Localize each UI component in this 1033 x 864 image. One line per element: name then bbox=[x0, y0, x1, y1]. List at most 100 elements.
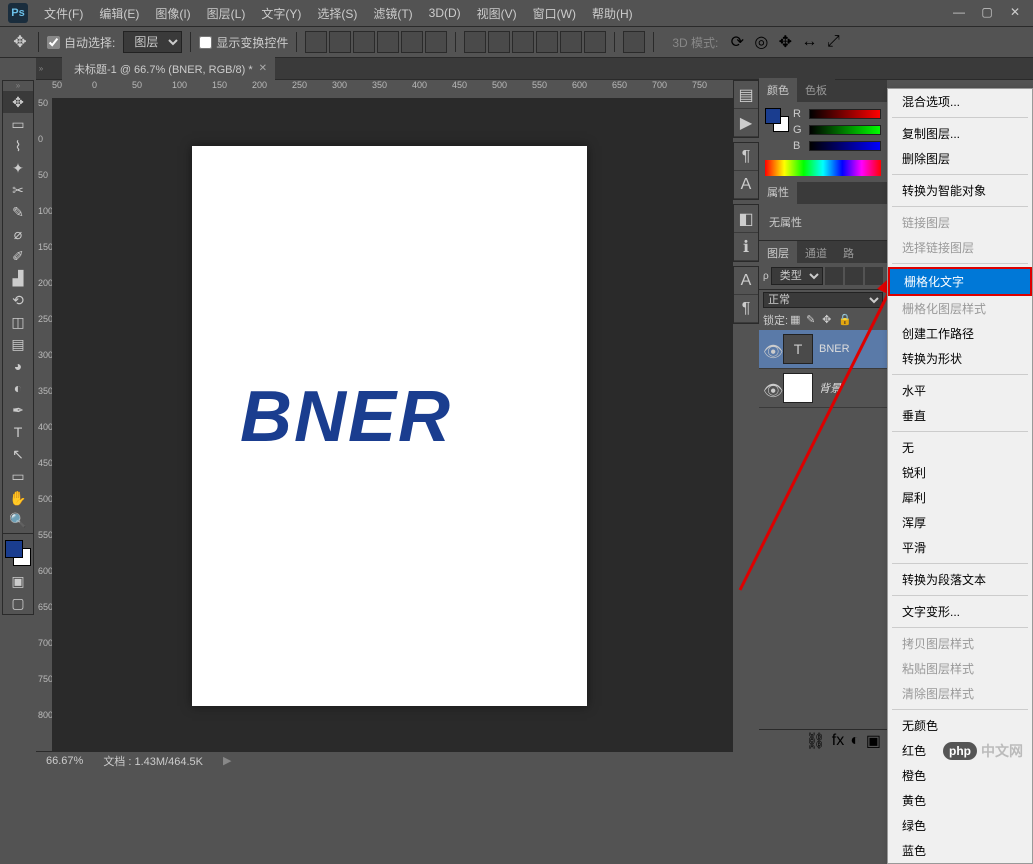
history-brush-tool[interactable]: ⟲ bbox=[3, 289, 33, 311]
lock-position-icon[interactable]: ✥ bbox=[822, 313, 836, 327]
fx-icon[interactable]: fx bbox=[832, 732, 844, 750]
pen-tool[interactable]: ✒ bbox=[3, 399, 33, 421]
context-menu-item[interactable]: 锐利 bbox=[888, 460, 1032, 485]
auto-select-dropdown[interactable]: 图层 bbox=[123, 31, 182, 53]
context-menu-item[interactable]: 转换为智能对象 bbox=[888, 178, 1032, 203]
link-layers-icon[interactable]: ⛓ bbox=[805, 731, 825, 751]
crop-tool[interactable]: ✂ bbox=[3, 179, 33, 201]
quickmask-tool[interactable]: ▣ bbox=[3, 570, 33, 592]
lock-all-icon[interactable]: 🔒 bbox=[838, 313, 852, 327]
zoom-tool[interactable]: 🔍 bbox=[3, 509, 33, 531]
context-menu-item[interactable]: 橙色 bbox=[888, 763, 1032, 788]
align-vcenter-icon[interactable] bbox=[329, 31, 351, 53]
context-menu-item[interactable]: 蓝色 bbox=[888, 838, 1032, 863]
distribute-icon[interactable] bbox=[464, 31, 486, 53]
show-transform-input[interactable] bbox=[199, 36, 212, 49]
properties-tab[interactable]: 属性 bbox=[759, 180, 797, 204]
context-menu-item[interactable]: 转换为段落文本 bbox=[888, 567, 1032, 592]
paths-tab[interactable]: 路 bbox=[835, 241, 862, 263]
color-swatch[interactable] bbox=[5, 540, 31, 566]
distribute-icon[interactable] bbox=[584, 31, 606, 53]
lock-pixels-icon[interactable]: ✎ bbox=[806, 313, 820, 327]
layer-item-background[interactable]: 👁 背景 bbox=[759, 369, 887, 408]
distribute-icon[interactable] bbox=[560, 31, 582, 53]
menu-image[interactable]: 图像(I) bbox=[147, 5, 198, 22]
context-menu-item[interactable]: 删除图层 bbox=[888, 146, 1032, 171]
auto-select-input[interactable] bbox=[47, 36, 60, 49]
context-menu-item[interactable]: 水平 bbox=[888, 378, 1032, 403]
tools-collapse-icon[interactable]: » bbox=[3, 81, 33, 91]
color-preview[interactable] bbox=[765, 108, 789, 132]
para-style-icon[interactable]: ¶ bbox=[734, 295, 758, 323]
info-panel-icon[interactable]: ℹ bbox=[734, 233, 758, 261]
layer-item-text[interactable]: 👁 T BNER bbox=[759, 330, 887, 369]
character-panel-icon[interactable]: ¶ bbox=[734, 143, 758, 171]
channels-tab[interactable]: 通道 bbox=[797, 241, 835, 263]
blur-tool[interactable]: ◕ bbox=[3, 355, 33, 377]
blend-mode-dropdown[interactable]: 正常 bbox=[763, 292, 883, 308]
gradient-tool[interactable]: ▤ bbox=[3, 333, 33, 355]
context-menu-item[interactable]: 犀利 bbox=[888, 485, 1032, 510]
context-menu-item[interactable]: 栅格化文字 bbox=[888, 267, 1032, 296]
stamp-tool[interactable]: ▟ bbox=[3, 267, 33, 289]
canvas[interactable]: BNER bbox=[192, 146, 587, 706]
context-menu-item[interactable]: 文字变形... bbox=[888, 599, 1032, 624]
brush-tool[interactable]: ✐ bbox=[3, 245, 33, 267]
menu-window[interactable]: 窗口(W) bbox=[525, 5, 584, 22]
type-tool[interactable]: T bbox=[3, 421, 33, 443]
3d-zoom-icon[interactable]: ⤢ bbox=[822, 31, 844, 53]
panel-toggle-icon[interactable]: » bbox=[36, 58, 46, 80]
visibility-icon[interactable]: 👁 bbox=[763, 381, 777, 395]
context-menu-item[interactable]: 无颜色 bbox=[888, 713, 1032, 738]
b-slider[interactable] bbox=[809, 141, 881, 151]
zoom-level[interactable]: 66.67% bbox=[46, 755, 83, 767]
filter-adjust-icon[interactable] bbox=[845, 267, 863, 285]
menu-filter[interactable]: 滤镜(T) bbox=[365, 5, 420, 22]
shape-tool[interactable]: ▭ bbox=[3, 465, 33, 487]
context-menu-item[interactable]: 垂直 bbox=[888, 403, 1032, 428]
r-slider[interactable] bbox=[809, 109, 881, 119]
minimize-button[interactable]: — bbox=[945, 2, 973, 22]
g-slider[interactable] bbox=[809, 125, 881, 135]
context-menu-item[interactable]: 浑厚 bbox=[888, 510, 1032, 535]
healing-brush-tool[interactable]: ⌀ bbox=[3, 223, 33, 245]
layer-thumb-bg[interactable] bbox=[783, 373, 813, 403]
actions-panel-icon[interactable]: ▶ bbox=[734, 109, 758, 137]
mask-icon[interactable]: ◐ bbox=[850, 732, 860, 750]
context-menu-item[interactable]: 混合选项... bbox=[888, 89, 1032, 114]
filter-kind-dropdown[interactable]: 类型 bbox=[771, 267, 823, 285]
show-transform-checkbox[interactable]: 显示变换控件 bbox=[199, 34, 288, 51]
align-hcenter-icon[interactable] bbox=[401, 31, 423, 53]
distribute-icon[interactable] bbox=[536, 31, 558, 53]
lasso-tool[interactable]: ⌇ bbox=[3, 135, 33, 157]
char-style-icon[interactable]: A bbox=[734, 267, 758, 295]
context-menu-item[interactable]: 无 bbox=[888, 435, 1032, 460]
spectrum-bar[interactable] bbox=[765, 160, 881, 176]
align-right-icon[interactable] bbox=[425, 31, 447, 53]
menu-layer[interactable]: 图层(L) bbox=[199, 5, 254, 22]
tab-close-icon[interactable]: ✕ bbox=[259, 63, 267, 74]
context-menu-item[interactable]: 黄色 bbox=[888, 788, 1032, 813]
magic-wand-tool[interactable]: ✦ bbox=[3, 157, 33, 179]
group-icon[interactable]: ▣ bbox=[866, 731, 881, 751]
distribute-icon[interactable] bbox=[488, 31, 510, 53]
menu-view[interactable]: 视图(V) bbox=[469, 5, 525, 22]
paragraph-panel-icon[interactable]: A bbox=[734, 171, 758, 199]
path-selection-tool[interactable]: ↖ bbox=[3, 443, 33, 465]
layer-thumb-text[interactable]: T bbox=[783, 334, 813, 364]
eyedropper-tool[interactable]: ✎ bbox=[3, 201, 33, 223]
menu-type[interactable]: 文字(Y) bbox=[253, 5, 309, 22]
screen-mode-tool[interactable]: ▢ bbox=[3, 592, 33, 614]
menu-select[interactable]: 选择(S) bbox=[309, 5, 365, 22]
align-bottom-icon[interactable] bbox=[353, 31, 375, 53]
menu-file[interactable]: 文件(F) bbox=[36, 5, 91, 22]
3d-orbit-icon[interactable]: ⟳ bbox=[726, 31, 748, 53]
close-button[interactable]: ✕ bbox=[1001, 2, 1029, 22]
color-tab[interactable]: 颜色 bbox=[759, 78, 797, 102]
align-left-icon[interactable] bbox=[377, 31, 399, 53]
menu-help[interactable]: 帮助(H) bbox=[584, 5, 641, 22]
menu-3d[interactable]: 3D(D) bbox=[421, 6, 469, 20]
document-tab[interactable]: 未标题-1 @ 66.7% (BNER, RGB/8) * ✕ bbox=[62, 57, 275, 81]
move-tool[interactable]: ✥ bbox=[3, 91, 33, 113]
lock-transparency-icon[interactable]: ▦ bbox=[790, 313, 804, 327]
